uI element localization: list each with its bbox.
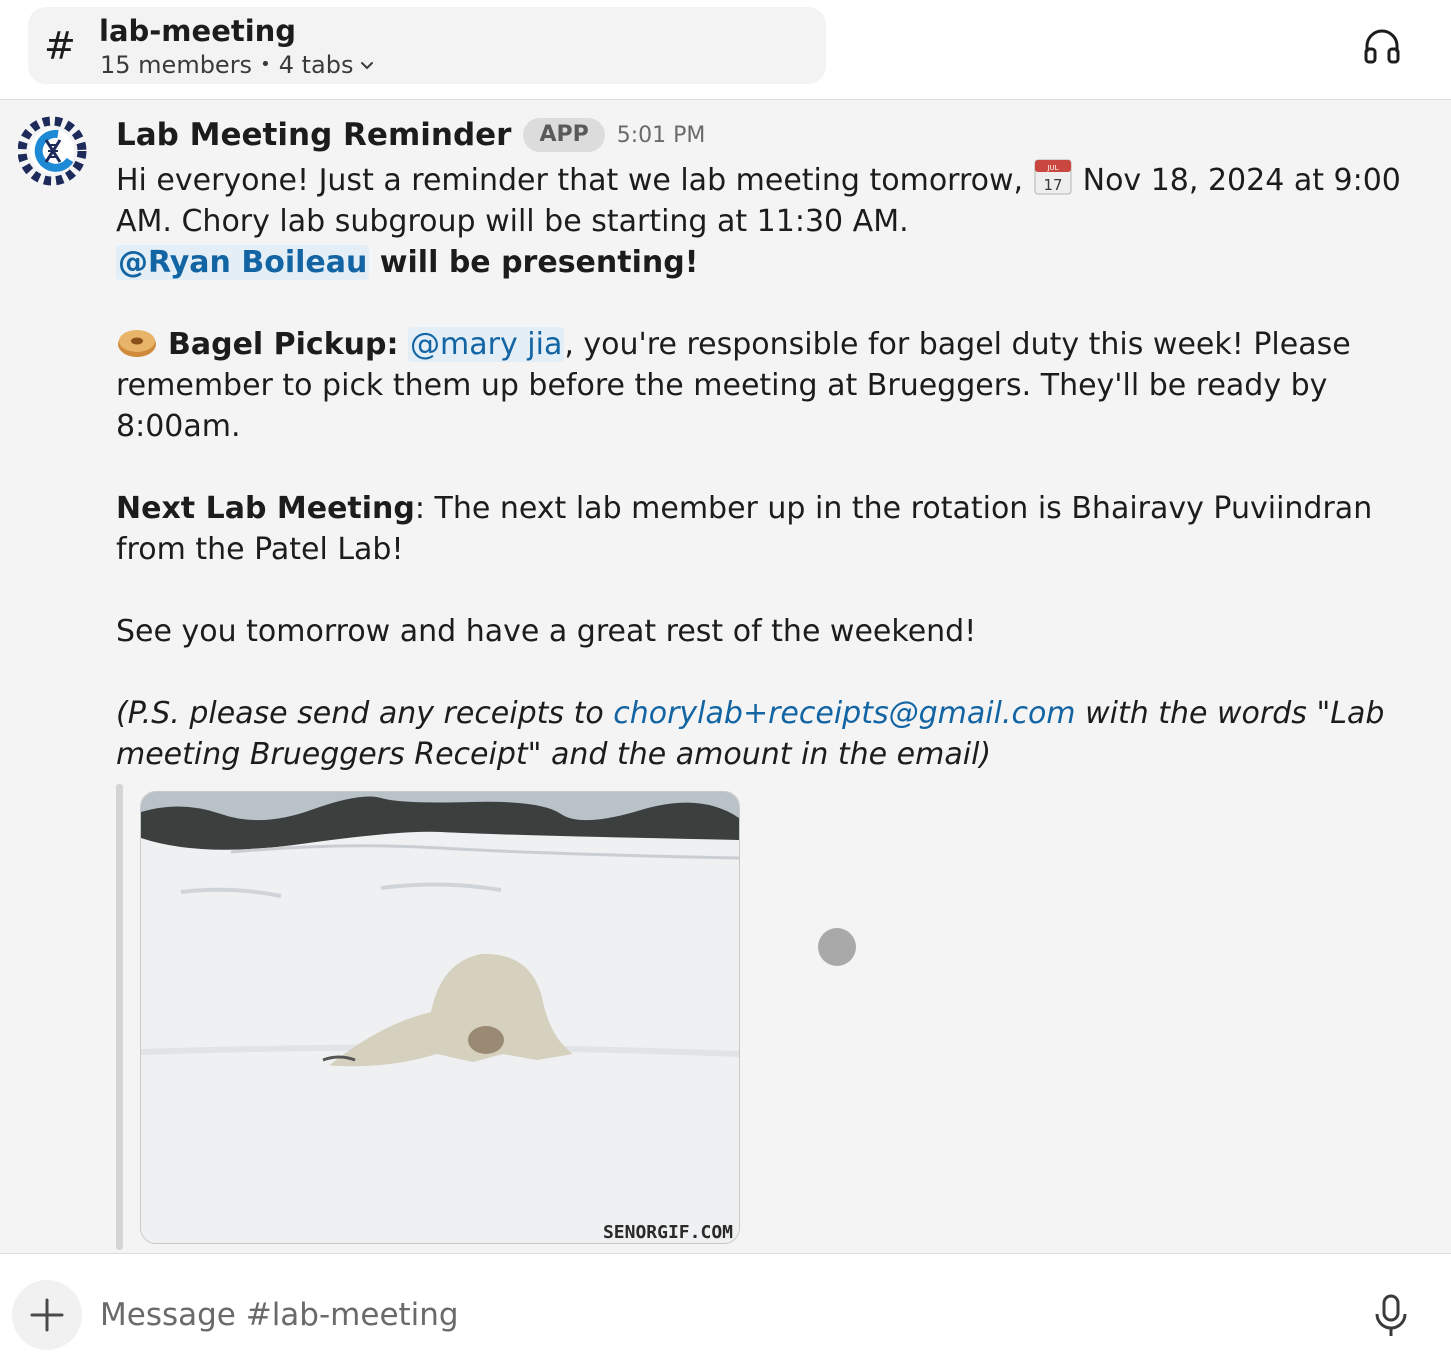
- ps-paragraph: (P.S. please send any receipts to choryl…: [116, 693, 1416, 775]
- channel-name[interactable]: lab-meeting: [99, 12, 296, 50]
- loading-indicator: [818, 928, 856, 966]
- gif-image: SENORGIF.COM: [141, 792, 739, 1243]
- app-badge: APP: [523, 118, 605, 152]
- chevron-down-icon[interactable]: [359, 57, 375, 73]
- presenter-text: will be presenting!: [369, 245, 699, 280]
- attachment-bar: [116, 784, 123, 1250]
- gif-watermark: SENORGIF.COM: [603, 1222, 733, 1243]
- meta-separator: •: [260, 54, 271, 75]
- mention-mary-jia[interactable]: @mary jia: [408, 327, 565, 362]
- bagel-icon: [118, 330, 156, 357]
- closing-paragraph: See you tomorrow and have a great rest o…: [116, 614, 977, 649]
- sender-name[interactable]: Lab Meeting Reminder: [116, 117, 511, 153]
- timestamp[interactable]: 5:01 PM: [617, 123, 706, 148]
- add-attachment-button[interactable]: [12, 1280, 82, 1350]
- mention-ryan-boileau[interactable]: @Ryan Boileau: [116, 245, 370, 280]
- presenter-paragraph: @Ryan Boileau will be presenting!: [116, 242, 1416, 283]
- avatar[interactable]: [18, 116, 92, 186]
- hash-icon: #: [44, 24, 76, 68]
- polar-bear-gif[interactable]: SENORGIF.COM: [140, 791, 740, 1244]
- bagel-label: Bagel Pickup:: [168, 327, 399, 362]
- member-count[interactable]: 15 members: [100, 48, 252, 82]
- microphone-icon[interactable]: [1373, 1294, 1409, 1338]
- headphones-icon[interactable]: [1362, 26, 1402, 66]
- subgroup-text: Chory lab subgroup will be starting at 1…: [171, 204, 909, 239]
- tab-count[interactable]: 4 tabs: [279, 48, 354, 82]
- channel-header: # lab-meeting 15 members • 4 tabs: [0, 0, 1451, 100]
- next-meeting-label: Next Lab Meeting: [116, 491, 415, 526]
- plus-icon: [30, 1298, 64, 1332]
- bagel-paragraph: Bagel Pickup: @mary jia, you're responsi…: [116, 324, 1416, 447]
- message-list[interactable]: Lab Meeting Reminder APP 5:01 PM Hi ever…: [0, 100, 1451, 1253]
- calendar-icon: JUL 17: [1034, 159, 1072, 195]
- channel-meta[interactable]: 15 members • 4 tabs: [100, 48, 375, 82]
- ps-before: (P.S. please send any receipts to: [116, 696, 614, 731]
- calendar-day: 17: [1043, 176, 1062, 194]
- reminder-text: Hi everyone! Just a reminder that we lab…: [116, 163, 1033, 198]
- message-body: Hi everyone! Just a reminder that we lab…: [116, 156, 1416, 775]
- next-meeting-paragraph: Next Lab Meeting: The next lab member up…: [116, 488, 1416, 570]
- calendar-month: JUL: [1046, 164, 1058, 172]
- email-link[interactable]: chorylab+receipts@gmail.com: [613, 696, 1075, 731]
- message-composer: [0, 1253, 1451, 1372]
- reminder-paragraph: Hi everyone! Just a reminder that we lab…: [116, 156, 1416, 242]
- message-header: Lab Meeting Reminder APP 5:01 PM: [116, 114, 705, 156]
- message-input[interactable]: [100, 1290, 1300, 1340]
